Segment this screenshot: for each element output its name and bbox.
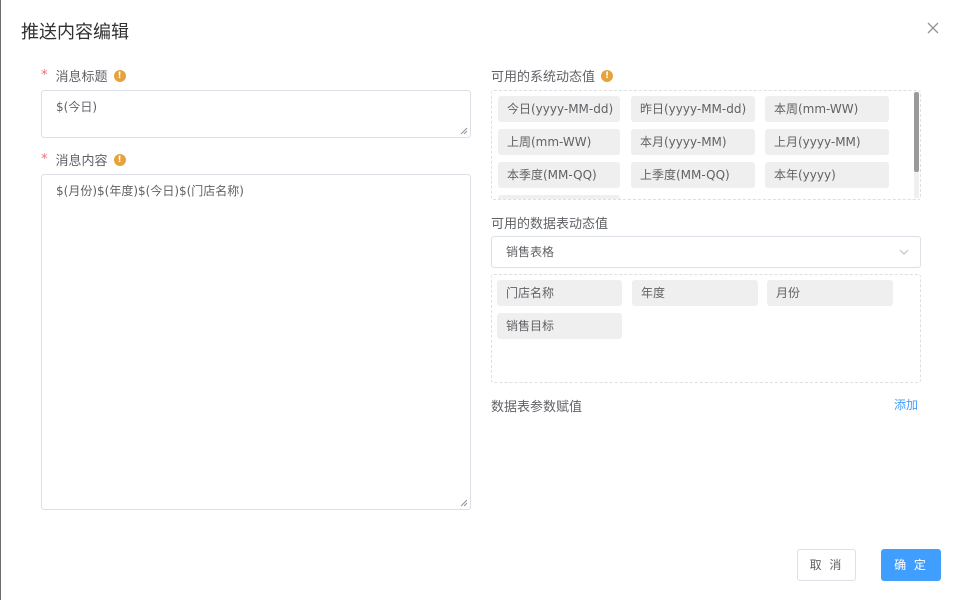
exclamation-circle-icon[interactable]: ! (113, 153, 126, 166)
message-content-value: $(月份)$(年度)$(今日)$(门店名称) (56, 184, 244, 198)
system-var-tag[interactable]: 昨日(yyyy-MM-dd) (631, 96, 755, 122)
table-var-tag[interactable]: 年度 (632, 280, 758, 306)
resize-grip-icon[interactable] (460, 127, 468, 135)
table-var-tag[interactable]: 月份 (767, 280, 893, 306)
table-select-value: 销售表格 (506, 245, 555, 259)
system-var-tag[interactable]: 上季度(MM-QQ) (631, 162, 755, 188)
system-var-tag[interactable]: 本周(mm-WW) (765, 96, 889, 122)
message-title-label: * 消息标题 ! (41, 66, 126, 85)
message-title-value: $(今日) (56, 100, 97, 114)
system-var-tag[interactable]: 本季度(MM-QQ) (498, 162, 620, 188)
system-vars-label-text: 可用的系统动态值 (491, 70, 596, 85)
table-vars-label: 可用的数据表动态值 (491, 217, 609, 232)
message-title-label-text: 消息标题 (55, 70, 108, 85)
system-var-tag[interactable]: 今日(yyyy-MM-dd) (498, 96, 620, 122)
required-mark: * (41, 152, 48, 167)
params-label: 数据表参数赋值 (491, 400, 583, 415)
confirm-button[interactable]: 确 定 (881, 549, 941, 581)
system-var-tag[interactable]: 上周(mm-WW) (498, 129, 620, 155)
required-mark: * (41, 68, 48, 83)
table-select[interactable]: 销售表格 (491, 236, 921, 268)
message-title-input[interactable]: $(今日) (41, 90, 471, 138)
add-param-link[interactable]: 添加 (894, 396, 918, 413)
table-var-tag[interactable]: 销售目标 (497, 313, 622, 339)
system-vars-label: 可用的系统动态值 ! (491, 66, 614, 85)
close-icon[interactable] (924, 19, 942, 37)
message-content-label: * 消息内容 ! (41, 150, 126, 169)
table-var-tag[interactable]: 门店名称 (497, 280, 622, 306)
system-vars-panel: 今日(yyyy-MM-dd) 昨日(yyyy-MM-dd) 本周(mm-WW) … (491, 90, 921, 200)
dialog-title: 推送内容编辑 (21, 22, 129, 43)
message-content-label-text: 消息内容 (55, 154, 108, 169)
system-var-tag-partial (498, 195, 620, 199)
system-var-tag[interactable]: 本年(yyyy) (765, 162, 889, 188)
table-vars-panel: 门店名称 年度 月份 销售目标 (491, 274, 921, 383)
cancel-button[interactable]: 取 消 (797, 549, 856, 581)
system-var-tag[interactable]: 上月(yyyy-MM) (765, 129, 889, 155)
message-content-input[interactable]: $(月份)$(年度)$(今日)$(门店名称) (41, 174, 471, 510)
window-edge (0, 0, 1, 600)
scrollbar-thumb[interactable] (914, 92, 919, 172)
chevron-down-icon (899, 249, 909, 255)
resize-grip-icon[interactable] (460, 499, 468, 507)
system-var-tag[interactable]: 本月(yyyy-MM) (631, 129, 755, 155)
exclamation-circle-icon[interactable]: ! (113, 69, 126, 82)
exclamation-circle-icon[interactable]: ! (601, 69, 614, 82)
